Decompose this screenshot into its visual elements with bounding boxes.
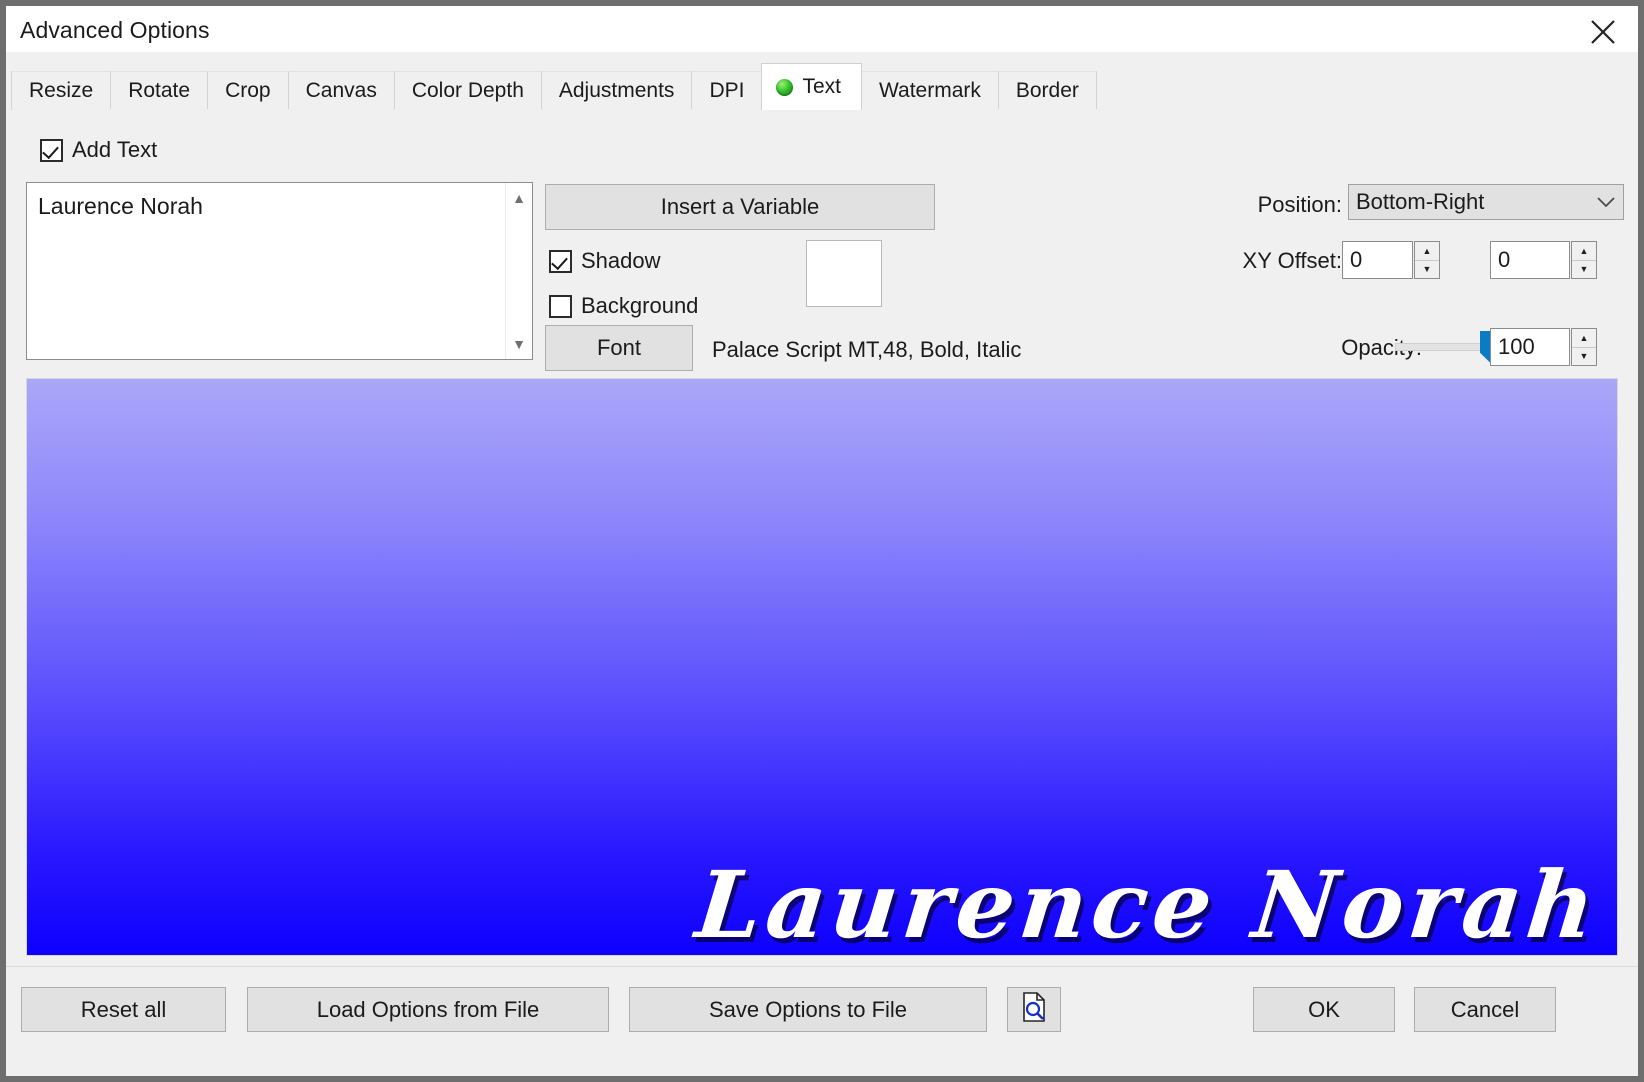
tab-label: Border	[1016, 79, 1079, 103]
font-button-label: Font	[597, 335, 641, 361]
position-dropdown[interactable]: Bottom-Right	[1348, 184, 1624, 220]
advanced-options-dialog: Advanced Options Resize Rotate Crop Canv…	[0, 0, 1644, 1082]
save-options-button[interactable]: Save Options to File	[629, 987, 987, 1032]
text-input-area[interactable]: Laurence Norah ▲ ▼	[26, 182, 533, 360]
text-color-swatch[interactable]	[806, 240, 882, 307]
stepper-up-icon[interactable]: ▲	[1415, 242, 1439, 261]
ok-button[interactable]: OK	[1253, 987, 1395, 1032]
image-preview[interactable]: Laurence Norah	[26, 378, 1618, 956]
tab-canvas[interactable]: Canvas	[288, 71, 395, 110]
stepper-down-icon[interactable]: ▼	[1572, 348, 1596, 366]
stepper-up-icon[interactable]: ▲	[1572, 242, 1596, 261]
opacity-stepper[interactable]: ▲ ▼	[1571, 328, 1597, 366]
tab-strip: Resize Rotate Crop Canvas Color Depth Ad…	[6, 52, 1638, 110]
ok-label: OK	[1308, 997, 1340, 1023]
window-title: Advanced Options	[20, 17, 210, 44]
tab-label: Resize	[29, 79, 93, 103]
position-value: Bottom-Right	[1349, 189, 1589, 215]
background-checkbox[interactable]: Background	[549, 293, 698, 319]
add-text-checkbox[interactable]: Add Text	[40, 137, 157, 163]
close-icon[interactable]	[1574, 8, 1630, 50]
tab-label: Color Depth	[412, 79, 524, 103]
tab-dpi[interactable]: DPI	[691, 71, 762, 110]
text-area-scrollbar[interactable]: ▲ ▼	[505, 183, 532, 359]
preview-button[interactable]	[1007, 987, 1061, 1032]
cancel-label: Cancel	[1451, 997, 1519, 1023]
scroll-down-icon[interactable]: ▼	[506, 331, 532, 357]
tab-resize[interactable]: Resize	[11, 71, 111, 110]
tab-adjustments[interactable]: Adjustments	[541, 71, 693, 110]
background-label: Background	[581, 293, 698, 319]
tab-label: DPI	[709, 79, 744, 103]
text-tab-panel: Add Text Lau	[12, 109, 1632, 971]
xy-offset-x-stepper[interactable]: ▲ ▼	[1414, 241, 1440, 279]
xy-offset-y-input[interactable]: 0	[1490, 241, 1570, 279]
chevron-down-icon	[1589, 197, 1623, 208]
xy-offset-y-stepper[interactable]: ▲ ▼	[1571, 241, 1597, 279]
load-options-button[interactable]: Load Options from File	[247, 987, 609, 1032]
font-description: Palace Script MT,48, Bold, Italic	[712, 337, 1021, 363]
reset-all-button[interactable]: Reset all	[21, 987, 226, 1032]
position-label: Position:	[1258, 192, 1342, 218]
xy-offset-label: XY Offset:	[1243, 248, 1342, 274]
shadow-checkbox[interactable]: Shadow	[549, 248, 661, 274]
tab-color-depth[interactable]: Color Depth	[394, 71, 542, 110]
font-button[interactable]: Font	[545, 325, 693, 371]
xy-offset-x-input[interactable]: 0	[1342, 241, 1413, 279]
tab-label: Text	[802, 75, 841, 99]
active-indicator-icon	[776, 79, 793, 96]
tab-label: Rotate	[128, 79, 190, 103]
load-options-label: Load Options from File	[317, 997, 540, 1023]
checkbox-box-icon	[549, 250, 572, 273]
text-input[interactable]: Laurence Norah	[27, 183, 505, 359]
scroll-up-icon[interactable]: ▲	[506, 185, 532, 211]
opacity-slider-track[interactable]	[1395, 343, 1485, 351]
tab-rotate[interactable]: Rotate	[110, 71, 208, 110]
tab-text[interactable]: Text	[761, 63, 862, 110]
tab-label: Watermark	[879, 79, 981, 103]
opacity-input[interactable]: 100	[1490, 328, 1570, 366]
document-preview-icon	[1021, 992, 1047, 1028]
add-text-label: Add Text	[72, 137, 157, 163]
checkbox-box-icon	[40, 139, 63, 162]
tab-label: Adjustments	[559, 79, 675, 103]
stepper-down-icon[interactable]: ▼	[1415, 261, 1439, 279]
tab-label: Canvas	[306, 79, 377, 103]
checkbox-box-icon	[549, 295, 572, 318]
stepper-up-icon[interactable]: ▲	[1572, 329, 1596, 348]
tab-border[interactable]: Border	[998, 71, 1097, 110]
reset-all-label: Reset all	[81, 997, 167, 1023]
shadow-label: Shadow	[581, 248, 661, 274]
insert-variable-label: Insert a Variable	[661, 194, 820, 220]
tab-crop[interactable]: Crop	[207, 71, 289, 110]
stepper-down-icon[interactable]: ▼	[1572, 261, 1596, 279]
tab-label: Crop	[225, 79, 271, 103]
title-bar: Advanced Options	[6, 6, 1638, 52]
tab-watermark[interactable]: Watermark	[861, 71, 999, 110]
dialog-footer: Reset all Load Options from File Save Op…	[6, 966, 1638, 1076]
save-options-label: Save Options to File	[709, 997, 907, 1023]
cancel-button[interactable]: Cancel	[1414, 987, 1556, 1032]
insert-variable-button[interactable]: Insert a Variable	[545, 184, 935, 230]
preview-signature-text: Laurence Norah	[692, 859, 1604, 951]
